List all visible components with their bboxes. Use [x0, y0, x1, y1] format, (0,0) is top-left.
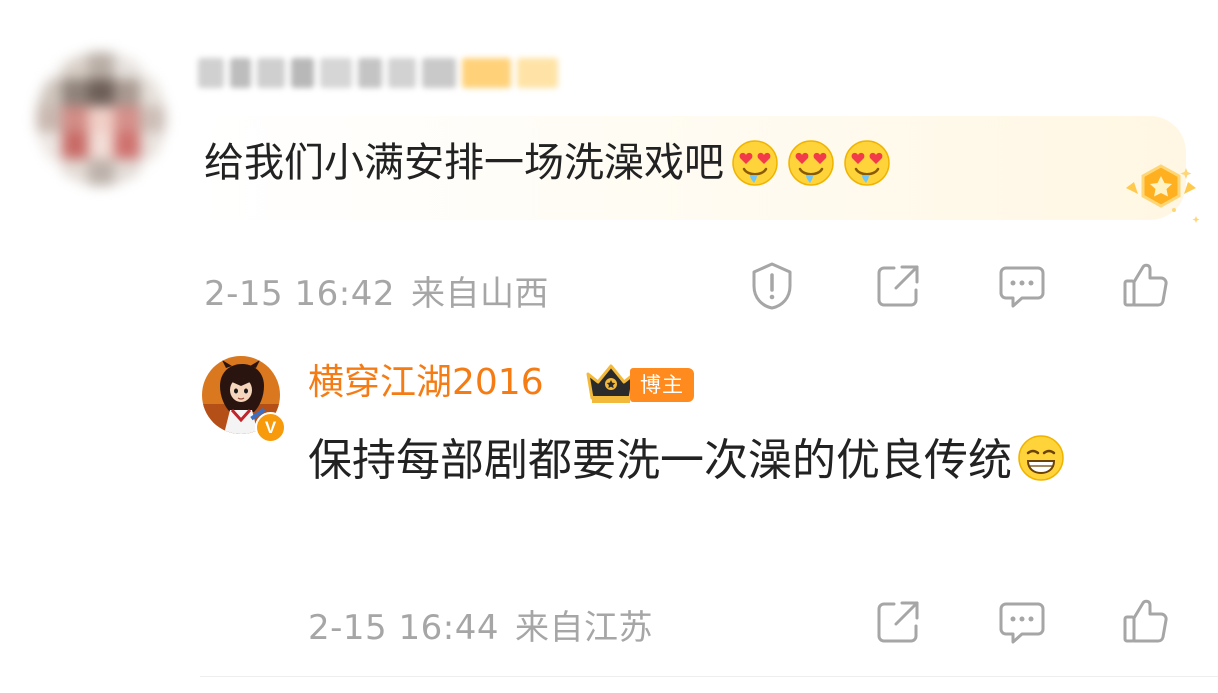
reply-author-name[interactable]: 横穿江湖2016: [308, 360, 544, 406]
reply-location: 来自江苏: [514, 608, 653, 648]
reply-text: 保持每部剧都要洗一次澡的优良传统: [308, 435, 1012, 486]
comment-location: 来自山西: [410, 274, 549, 314]
comment-icon[interactable]: [996, 596, 1048, 648]
smirk-grin-emoji-icon: [1018, 435, 1064, 481]
reply-meta: 2-15 16:44 来自江苏: [308, 600, 653, 649]
blogger-role-tag: 博主: [630, 368, 694, 402]
verified-badge-icon: V: [255, 412, 286, 443]
comment-icon[interactable]: [996, 260, 1048, 312]
commenter-avatar[interactable]: [36, 52, 166, 186]
report-icon[interactable]: [746, 260, 798, 312]
reply-body: 保持每部剧都要洗一次澡的优良传统: [308, 428, 1158, 494]
comment-time: 2-15 16:42: [204, 274, 395, 314]
comment-thread: 给我们小满安排一场洗澡戏吧 2-15 16:42 来自山西 V 横穿江湖2016…: [0, 0, 1218, 693]
comment-text: 给我们小满安排一场洗澡戏吧: [204, 140, 724, 186]
commenter-name-redacted[interactable]: [198, 52, 559, 94]
divider: [200, 676, 1218, 677]
comment-body: 给我们小满安排一场洗澡戏吧: [204, 138, 892, 188]
share-icon[interactable]: [872, 596, 924, 648]
heart-eyes-emoji-icon: [732, 140, 778, 186]
share-icon[interactable]: [872, 260, 924, 312]
like-icon[interactable]: [1120, 596, 1172, 648]
heart-eyes-emoji-icon: [844, 140, 890, 186]
like-icon[interactable]: [1120, 260, 1172, 312]
heart-eyes-emoji-icon: [788, 140, 834, 186]
comment-meta: 2-15 16:42 来自山西: [204, 266, 549, 315]
reply-time: 2-15 16:44: [308, 608, 499, 648]
vip-star-badge-icon: [1126, 164, 1200, 223]
